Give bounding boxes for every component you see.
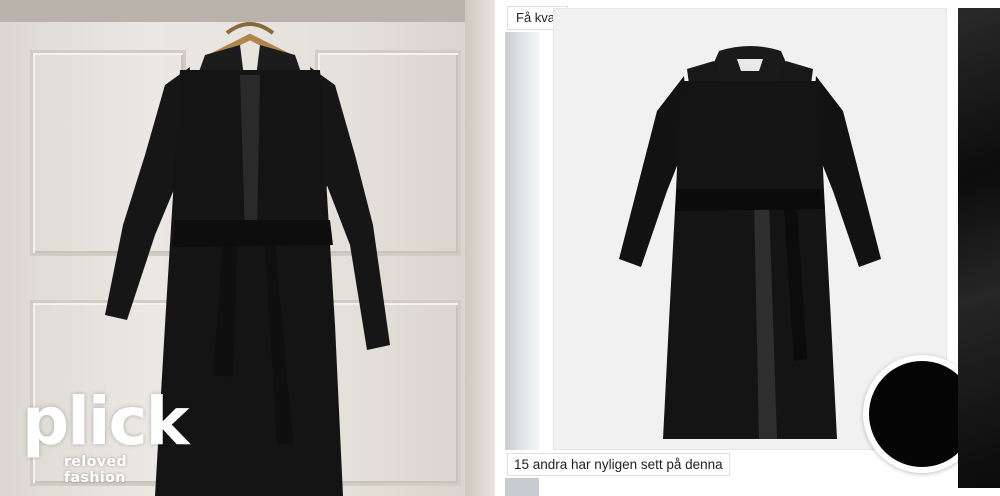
next-item-thumbnail[interactable] bbox=[958, 8, 1000, 488]
logo-wordmark: plick bbox=[22, 383, 190, 460]
product-carousel[interactable]: Få kvar 15 andra har nyligen sett på den… bbox=[495, 0, 1000, 496]
door-frame bbox=[465, 0, 495, 496]
plick-logo: plick reloved fashion bbox=[22, 383, 192, 487]
previous-item-thumbnail-bottom bbox=[505, 478, 539, 496]
product-image bbox=[619, 46, 881, 439]
seller-photo[interactable]: plick reloved fashion bbox=[0, 0, 495, 496]
next-item-fabric bbox=[958, 8, 1000, 488]
previous-item-thumbnail[interactable] bbox=[505, 32, 539, 450]
recent-views-caption: 15 andra har nyligen sett på denna bbox=[507, 453, 730, 476]
